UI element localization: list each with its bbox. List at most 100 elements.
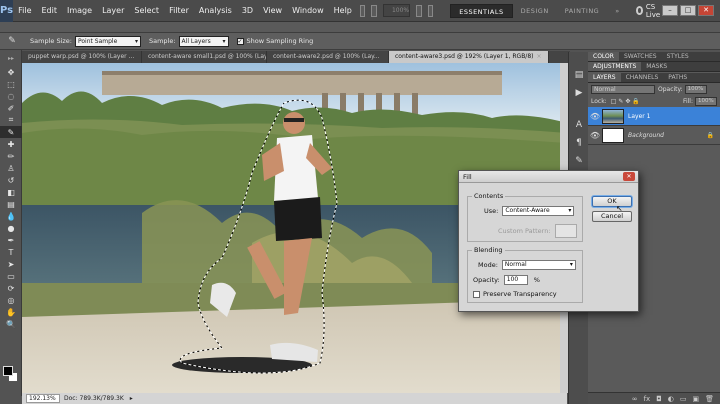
brush-panel-icon[interactable]: ✎ [569,152,589,170]
cancel-button[interactable]: Cancel [592,211,632,222]
bridge-icon[interactable] [359,4,366,17]
character-panel-icon[interactable]: A [569,116,589,134]
pen-tool-icon[interactable]: ✒ [0,234,22,246]
tab-layers[interactable]: LAYERS [588,73,621,82]
dodge-tool-icon[interactable]: ● [0,222,22,234]
workspace-painting[interactable]: PAINTING [557,4,608,18]
move-tool-icon[interactable]: ✥ [0,66,22,78]
menu-file[interactable]: File [13,6,36,15]
show-sampling-ring-checkbox[interactable]: ✓ [236,37,244,45]
status-doc-size[interactable]: Doc: 789.3K/789.3K [64,395,124,402]
paragraph-panel-icon[interactable]: ¶ [569,134,589,152]
fill-label: Fill: [682,97,693,105]
eraser-tool-icon[interactable]: ◧ [0,186,22,198]
mode-row: Mode: Normal [478,260,576,270]
3d-rotate-tool-icon[interactable]: ⟳ [0,282,22,294]
close-window-button[interactable]: ✕ [698,5,715,16]
workspace-design[interactable]: DESIGN [513,4,557,18]
layer-row-background[interactable]: 👁 Background 🔒 [588,126,720,145]
delete-layer-icon[interactable]: 🗑 [705,395,714,403]
preserve-transparency-checkbox[interactable] [473,290,480,298]
maximize-button[interactable]: □ [680,5,697,16]
rotate-view-icon[interactable] [427,4,434,17]
mini-bridge-icon[interactable] [371,4,377,17]
tab-adjustments[interactable]: ADJUSTMENTS [588,62,642,71]
menu-help[interactable]: Help [329,6,357,15]
mode-select[interactable]: Normal [501,260,576,270]
3d-orbit-tool-icon[interactable]: ◎ [0,294,22,306]
workspace-essentials[interactable]: ESSENTIALS [450,3,513,18]
sample-size-select[interactable]: Point Sample [74,35,141,47]
tab-label: content-aware small1.psd @ 100% (Lay... [148,53,267,60]
history-panel-icon[interactable]: ▤ [569,66,589,84]
actions-panel-icon[interactable]: ▶ [569,84,589,102]
crop-tool-icon[interactable]: ⌗ [0,114,22,126]
shape-tool-icon[interactable]: ▭ [0,270,22,282]
eyedropper-tool-icon[interactable]: ✎ [0,126,22,138]
photoshop-logo: Ps [0,0,14,22]
path-selection-tool-icon[interactable]: ➤ [0,258,22,270]
tab-content-aware3[interactable]: content-aware3.psd @ 192% (Layer 1, RGB/… [389,51,549,63]
zoom-tool-icon[interactable]: 🔍 [0,318,22,330]
workspace-more[interactable]: » [607,4,627,18]
new-layer-icon[interactable]: ▣ [692,395,699,403]
use-select[interactable]: Content-Aware [502,206,575,216]
adjustment-layer-icon[interactable]: ◐ [668,395,674,403]
add-mask-icon[interactable]: ◘ [656,395,662,403]
tab-paths[interactable]: PATHS [663,73,692,82]
type-tool-icon[interactable]: T [0,246,22,258]
opacity-field[interactable]: 100 [503,275,528,285]
gradient-tool-icon[interactable]: ▤ [0,198,22,210]
layer-opacity-field[interactable]: 100% [684,84,707,94]
link-layers-icon[interactable]: ∞ [632,395,638,403]
clone-stamp-tool-icon[interactable]: ♙ [0,162,22,174]
blend-mode-select[interactable]: Normal [591,84,655,94]
menu-layer[interactable]: Layer [97,6,129,15]
tab-channels[interactable]: CHANNELS [621,73,664,82]
new-group-icon[interactable]: ▭ [680,395,687,403]
tab-puppet-warp[interactable]: puppet warp.psd @ 100% (Layer ... [22,51,142,63]
marquee-tool-icon[interactable]: ⬚ [0,78,22,90]
tab-masks[interactable]: MASKS [641,62,672,71]
brush-tool-icon[interactable]: ✏ [0,150,22,162]
lock-icons[interactable]: □✎✥🔒 [611,98,642,105]
status-arrow-icon[interactable]: ▸ [130,395,133,402]
healing-brush-tool-icon[interactable]: ✚ [0,138,22,150]
layer-row-layer-1[interactable]: 👁 Layer 1 [588,107,720,126]
tab-color[interactable]: COLOR [588,52,619,61]
menu-analysis[interactable]: Analysis [194,6,237,15]
status-zoom-field[interactable]: 192.13% [26,394,60,403]
dialog-titlebar[interactable]: Fill ✕ [459,171,638,183]
minimize-button[interactable]: – [662,5,679,16]
ok-button[interactable]: OK [592,196,632,207]
visibility-eye-icon[interactable]: 👁 [588,131,602,140]
menu-filter[interactable]: Filter [164,6,194,15]
fx-icon[interactable]: fx [644,395,651,403]
history-brush-tool-icon[interactable]: ↺ [0,174,22,186]
tab-styles[interactable]: STYLES [662,52,694,61]
toolbar-grip-icon[interactable]: ▸▸ [0,50,22,66]
close-tab-icon[interactable]: × [537,51,542,63]
blur-tool-icon[interactable]: 💧 [0,210,22,222]
hand-view-icon[interactable] [416,4,422,17]
menu-edit[interactable]: Edit [37,6,63,15]
zoom-level-select[interactable]: 100% [382,4,411,17]
cs-live-button[interactable]: CS Live [635,3,662,19]
menu-image[interactable]: Image [62,6,97,15]
hand-tool-icon[interactable]: ✋ [0,306,22,318]
menu-3d[interactable]: 3D [237,6,258,15]
eyedropper-tool-preset-icon[interactable]: ✎ [0,34,24,49]
visibility-eye-icon[interactable]: 👁 [588,112,602,121]
foreground-color-swatch[interactable] [3,366,13,376]
tab-swatches[interactable]: SWATCHES [619,52,662,61]
menu-view[interactable]: View [258,6,287,15]
layer-fill-field[interactable]: 100% [695,96,717,106]
tab-content-aware-small1[interactable]: content-aware small1.psd @ 100% (Lay... [142,51,267,63]
lasso-tool-icon[interactable]: ◌ [0,90,22,102]
menu-select[interactable]: Select [129,6,164,15]
tab-content-aware2[interactable]: content-aware2.psd @ 100% (Lay... [267,51,389,63]
quick-selection-tool-icon[interactable]: ✐ [0,102,22,114]
sample-select[interactable]: All Layers [178,35,229,47]
menu-window[interactable]: Window [287,6,329,15]
dialog-close-button[interactable]: ✕ [623,172,635,181]
